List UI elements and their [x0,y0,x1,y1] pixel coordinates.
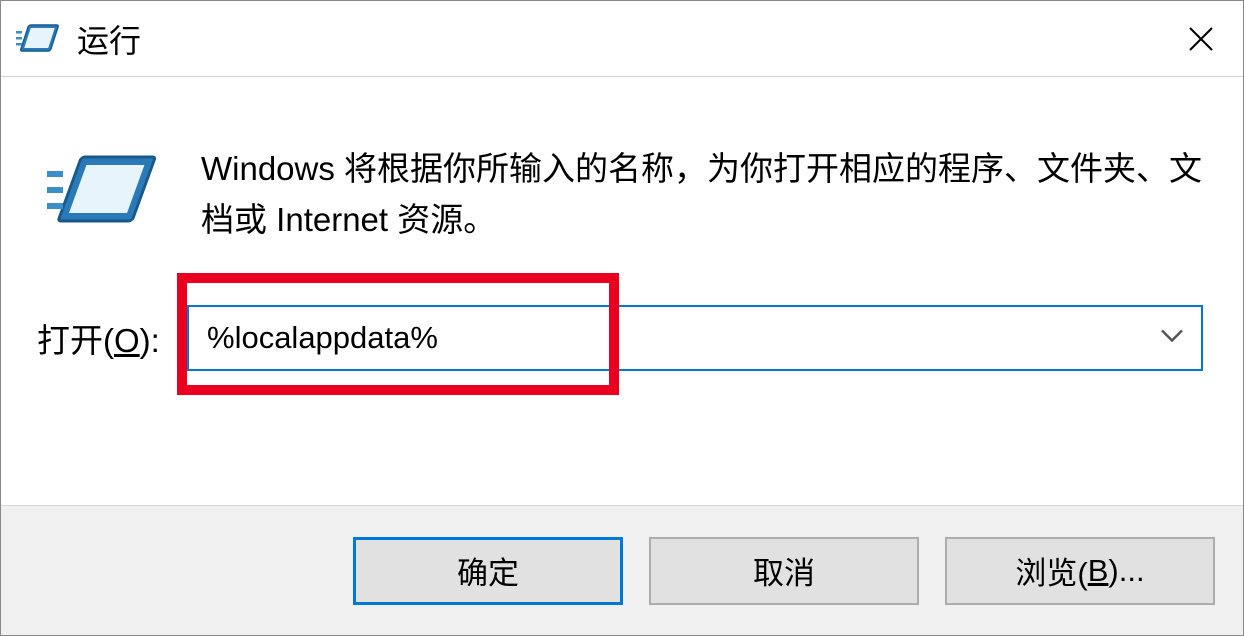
run-dialog: 运行 Windows 将根据你所输入的名称，为你打开相 [0,0,1244,636]
run-icon-large [43,147,161,239]
cancel-button[interactable]: 取消 [649,537,919,605]
close-button[interactable] [1181,19,1221,59]
dialog-footer: 确定 取消 浏览(B)... [1,505,1243,635]
open-label: 打开(O): [37,314,187,362]
titlebar: 运行 [1,1,1243,77]
run-icon [15,18,63,60]
ok-button[interactable]: 确定 [353,537,623,605]
browse-button[interactable]: 浏览(B)... [945,537,1215,605]
close-icon [1187,25,1215,53]
window-title: 运行 [77,16,141,62]
dialog-content: Windows 将根据你所输入的名称，为你打开相应的程序、文件夹、文档或 Int… [1,77,1243,505]
open-combobox-wrap [187,305,1203,371]
open-input[interactable] [187,305,1203,371]
description-text: Windows 将根据你所输入的名称，为你打开相应的程序、文件夹、文档或 Int… [201,143,1211,245]
